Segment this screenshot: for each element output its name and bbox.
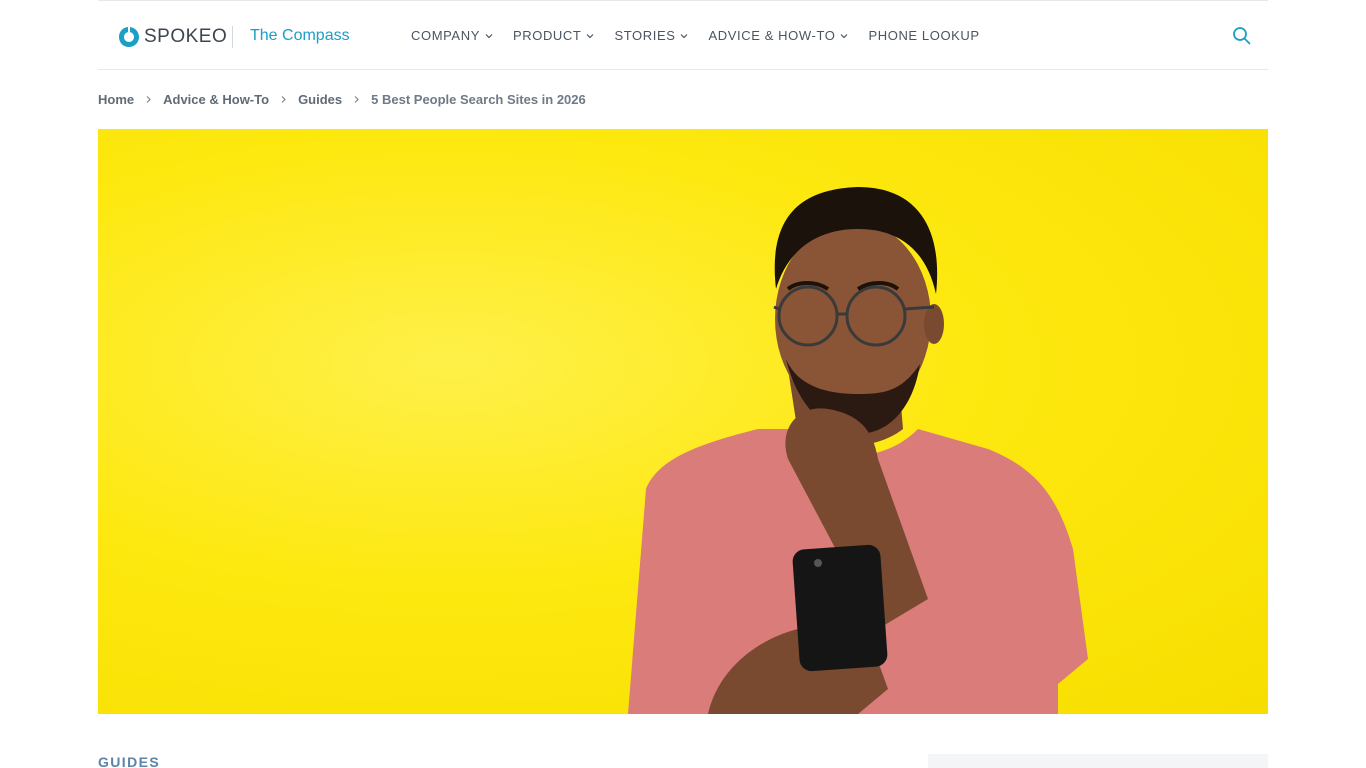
nav-item-product[interactable]: PRODUCT xyxy=(513,28,594,43)
breadcrumb-guides[interactable]: Guides xyxy=(298,92,342,107)
breadcrumb: Home Advice & How-To Guides 5 Best Peopl… xyxy=(98,92,586,107)
breadcrumb-home[interactable]: Home xyxy=(98,92,134,107)
chevron-right-icon xyxy=(146,96,151,103)
nav-item-label: COMPANY xyxy=(411,28,480,43)
nav-item-company[interactable]: COMPANY xyxy=(411,28,493,43)
chevron-down-icon xyxy=(587,33,594,38)
breadcrumb-current: 5 Best People Search Sites in 2026 xyxy=(371,92,586,107)
man-with-phone-illustration xyxy=(628,187,1088,714)
chevron-right-icon xyxy=(354,96,359,103)
nav-item-label: PHONE LOOKUP xyxy=(868,28,980,43)
logo-text: SPOKEO xyxy=(144,26,228,47)
chevron-right-icon xyxy=(281,96,286,103)
spokeo-logo-icon xyxy=(119,27,139,47)
nav-item-label: ADVICE & HOW-TO xyxy=(708,28,836,43)
chevron-down-icon xyxy=(841,33,848,38)
sidebar-panel xyxy=(928,754,1268,768)
the-compass-link[interactable]: The Compass xyxy=(250,27,350,45)
logo-divider xyxy=(232,26,233,48)
nav-item-label: STORIES xyxy=(614,28,676,43)
search-icon xyxy=(1233,27,1251,45)
nav-item-advice[interactable]: ADVICE & HOW-TO xyxy=(708,28,848,43)
nav-item-stories[interactable]: STORIES xyxy=(614,28,688,43)
nav-item-phone-lookup[interactable]: PHONE LOOKUP xyxy=(868,28,979,43)
chevron-down-icon xyxy=(681,33,688,38)
hero-image xyxy=(98,129,1268,714)
article-category[interactable]: GUIDES xyxy=(98,754,160,768)
search-button[interactable] xyxy=(1232,26,1252,46)
breadcrumb-advice[interactable]: Advice & How-To xyxy=(163,92,269,107)
spokeo-logo[interactable]: SPOKEO xyxy=(118,25,227,49)
site-header: SPOKEO The Compass COMPANY PRODUCT STORI… xyxy=(98,1,1268,70)
main-nav: COMPANY PRODUCT STORIES ADVICE & HOW-TO … xyxy=(411,28,1000,43)
nav-item-label: PRODUCT xyxy=(512,28,582,43)
chevron-down-icon xyxy=(485,33,493,38)
